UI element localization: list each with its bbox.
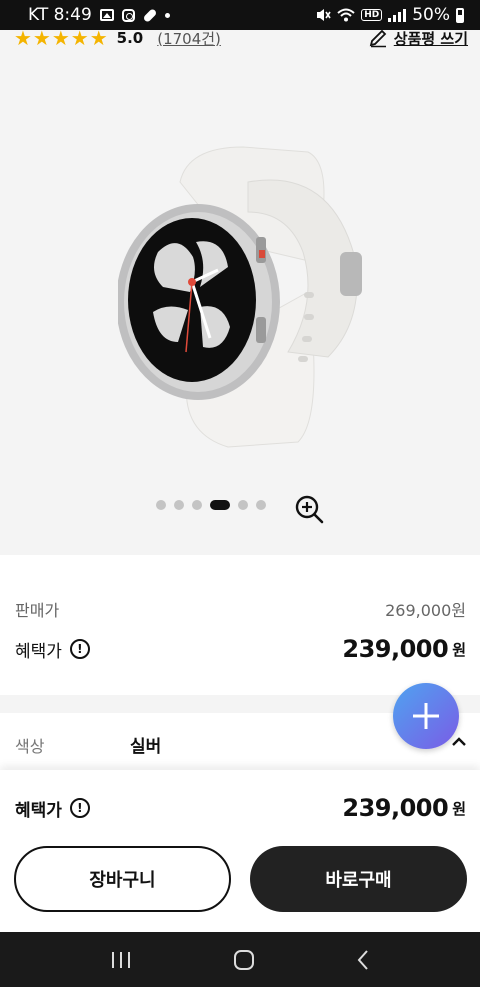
hd-voice-icon: HD — [361, 9, 383, 21]
more-notifications-icon — [164, 12, 170, 18]
benefit-price-value: 239,000 — [342, 635, 449, 663]
buy-now-button[interactable]: 바로구매 — [250, 846, 467, 912]
pagination-dot[interactable] — [174, 500, 184, 510]
chevron-up-icon[interactable] — [452, 735, 466, 749]
status-bar: KT 8:49 HD 50% — [0, 0, 480, 30]
benefit-price-row: 혜택가 ! 239,000 원 — [15, 635, 466, 663]
battery-percent: 50% — [412, 5, 450, 25]
battery-icon — [456, 7, 464, 23]
color-option-value: 실버 — [130, 737, 162, 757]
screen: KT 8:49 HD 50% ★★★★★ 5.0 (1704건) 상품평 쓰기 … — [0, 0, 480, 987]
panel-currency-unit: 원 — [452, 799, 466, 818]
pagination-dot[interactable] — [238, 500, 248, 510]
rating-score: 5.0 — [116, 30, 144, 47]
write-review-link[interactable]: 상품평 쓰기 — [368, 30, 468, 49]
pagination-dot[interactable] — [256, 500, 266, 510]
price-section: 판매가 269,000원 혜택가 ! 239,000 원 — [0, 555, 480, 695]
sale-price-label: 판매가 — [15, 601, 60, 620]
color-option-label: 색상 — [15, 737, 45, 756]
info-icon[interactable]: ! — [69, 639, 90, 659]
purchase-panel: 혜택가 ! 239,000 원 장바구니 바로구매 — [0, 770, 480, 932]
product-watch-image — [118, 146, 362, 448]
product-gallery[interactable]: ★★★★★ 5.0 (1704건) 상품평 쓰기 — [0, 30, 480, 555]
system-navigation-bar — [0, 932, 480, 987]
rating-stars-icon: ★★★★★ — [14, 30, 109, 50]
currency-unit: 원 — [452, 640, 466, 659]
recent-apps-icon[interactable] — [110, 950, 132, 970]
signal-icon — [388, 8, 407, 22]
pill-notification-icon — [142, 7, 158, 23]
wifi-icon — [337, 8, 355, 22]
mute-icon — [317, 9, 331, 21]
info-icon[interactable]: ! — [69, 798, 90, 818]
home-icon[interactable] — [233, 949, 255, 971]
gallery-pagination — [156, 500, 266, 510]
pagination-dot-active[interactable] — [210, 500, 230, 510]
pagination-dot[interactable] — [156, 500, 166, 510]
pencil-icon — [369, 30, 387, 48]
carrier-time: KT 8:49 — [28, 5, 92, 25]
floating-plus-button[interactable] — [393, 683, 459, 749]
rating-row: ★★★★★ 5.0 (1704건) 상품평 쓰기 — [14, 30, 468, 52]
sale-price-row: 판매가 269,000원 — [15, 597, 466, 621]
sale-price-value: 269,000원 — [385, 601, 466, 620]
write-review-label: 상품평 쓰기 — [393, 30, 468, 48]
back-icon[interactable] — [356, 949, 370, 971]
panel-benefit-label: 혜택가 — [15, 800, 62, 821]
plus-icon — [413, 703, 439, 729]
gallery-notification-icon — [99, 9, 114, 21]
pagination-dot[interactable] — [192, 500, 202, 510]
review-count-link[interactable]: (1704건) — [157, 30, 221, 49]
benefit-price-label: 혜택가 — [15, 641, 62, 662]
zoom-in-icon[interactable] — [293, 493, 325, 525]
panel-benefit-row: 혜택가 ! 239,000 원 — [15, 794, 466, 822]
add-to-cart-button[interactable]: 장바구니 — [14, 846, 231, 912]
instagram-notification-icon — [121, 8, 135, 22]
panel-benefit-value: 239,000 — [342, 794, 449, 822]
